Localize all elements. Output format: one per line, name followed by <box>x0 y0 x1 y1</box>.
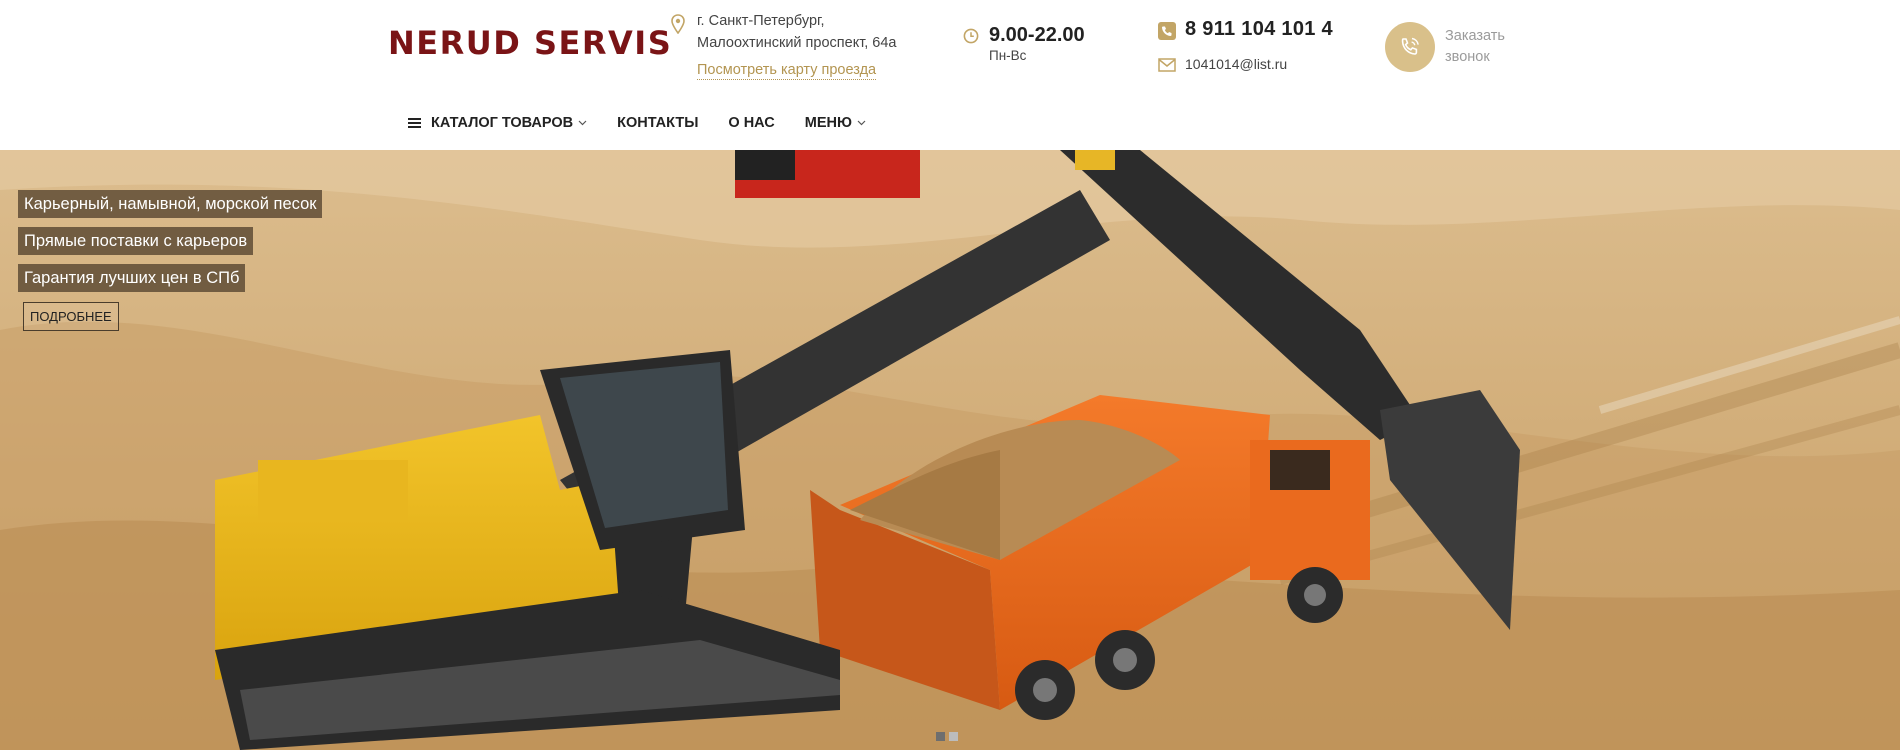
hero-tag-sand: Карьерный, намывной, морской песок <box>18 190 323 218</box>
hours-days: Пн-Вс <box>989 48 1027 63</box>
hours-time: 9.00-22.00 <box>989 24 1085 46</box>
nav-catalog[interactable]: КАТАЛОГ ТОВАРОВ <box>408 115 587 131</box>
hero-image <box>0 150 1900 750</box>
slider-dots <box>936 732 962 741</box>
more-button[interactable]: ПОДРОБНЕЕ <box>23 302 119 331</box>
address-line-1: г. Санкт-Петербург, <box>697 13 825 29</box>
site-header: NERUD SERVIS г. Санкт-Петербург, Малоохт… <box>0 0 1900 150</box>
map-link[interactable]: Посмотреть карту проезда <box>697 62 877 80</box>
email-link[interactable]: 1041014@list.ru <box>1185 56 1287 72</box>
hamburger-icon <box>408 118 421 128</box>
phone-number[interactable]: 8 911 104 101 4 <box>1185 18 1333 41</box>
map-pin-icon <box>671 14 685 34</box>
nav-menu-label[interactable]: МЕНЮ <box>805 115 852 131</box>
chevron-down-icon <box>578 120 587 126</box>
nav-menu[interactable]: МЕНЮ <box>805 115 866 131</box>
site-logo[interactable]: NERUD SERVIS <box>388 24 672 62</box>
slider-dot-2[interactable] <box>949 732 958 741</box>
envelope-icon <box>1158 58 1176 72</box>
chevron-down-icon <box>857 120 866 126</box>
slider-dot-1[interactable] <box>936 732 945 741</box>
hero-slider: Карьерный, намывной, морской песок Прямы… <box>0 150 1900 750</box>
hero-tag-supply: Прямые поставки с карьеров <box>18 227 254 255</box>
hero-tag-price: Гарантия лучших цен в СПб <box>18 264 246 292</box>
nav-catalog-label[interactable]: КАТАЛОГ ТОВАРОВ <box>431 115 573 131</box>
address-line-2: Малоохтинский проспект, 64а <box>697 35 897 51</box>
clock-icon <box>963 28 979 44</box>
phone-ring-icon <box>1401 37 1419 55</box>
phone-icon <box>1158 22 1176 40</box>
callback-label-1[interactable]: Заказать <box>1445 28 1505 44</box>
nav-about[interactable]: О НАС <box>728 115 774 131</box>
nav-contacts[interactable]: КОНТАКТЫ <box>617 115 698 131</box>
main-nav: КАТАЛОГ ТОВАРОВ КОНТАКТЫ О НАС МЕНЮ <box>408 112 896 134</box>
callback-circle[interactable] <box>1385 22 1435 72</box>
callback-label-2[interactable]: звонок <box>1445 49 1490 65</box>
